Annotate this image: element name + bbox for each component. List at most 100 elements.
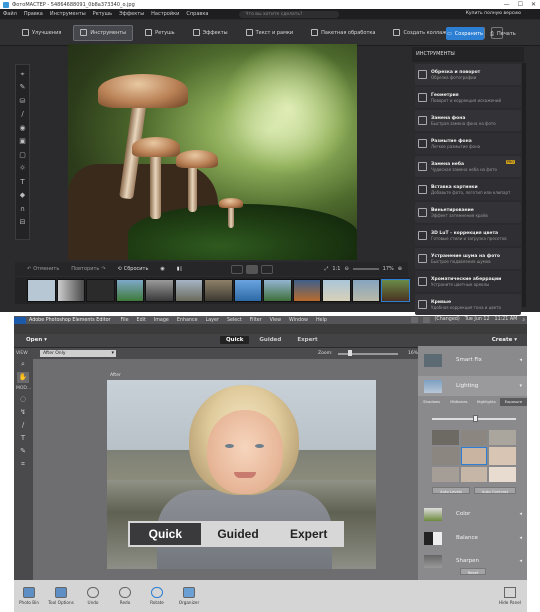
rotate-button[interactable]: Rotate [142, 587, 172, 605]
preview-thumb[interactable] [432, 466, 459, 482]
preview-thumb[interactable] [432, 430, 459, 446]
buy-full-version-link[interactable]: Купить полную версию [466, 11, 521, 16]
tab-expert[interactable]: Expert [291, 336, 323, 344]
tab-retouch[interactable]: Ретушь [139, 25, 181, 41]
tool-text-icon[interactable]: T [18, 178, 27, 187]
tab-text-frames[interactable]: Текст и рамки [240, 25, 300, 41]
compare-toggle-icon[interactable]: ▮▯ [177, 266, 183, 272]
subtab-highlights[interactable]: Highlights [473, 398, 500, 406]
subtab-midtones[interactable]: Midtones [445, 398, 472, 406]
undo-button[interactable]: ↶ Отменить [27, 266, 59, 272]
filmstrip-thumb[interactable] [292, 279, 322, 302]
tool-curves[interactable]: Кривые Удобная коррекция тона и цвета [415, 294, 521, 315]
menu-help[interactable]: Справка [186, 11, 208, 17]
menu-effects[interactable]: Эффекты [119, 11, 144, 17]
tab-batch[interactable]: Пакетная обработка [305, 25, 381, 41]
reset-button[interactable]: Reset [460, 568, 486, 575]
red-eye-icon[interactable]: ↯ [17, 407, 29, 418]
filmstrip-thumb[interactable] [233, 279, 263, 302]
tab-enhance[interactable]: Улучшения [16, 25, 67, 41]
next-photo-button[interactable] [261, 264, 273, 274]
filmstrip-thumb[interactable] [204, 279, 233, 302]
filmstrip-thumb[interactable] [27, 279, 56, 302]
filmstrip-thumb[interactable] [174, 279, 204, 302]
zoom-slider-track[interactable] [338, 353, 398, 355]
tool-geometry[interactable]: Геометрия Поворот и коррекция искажений [415, 87, 521, 108]
tab-tools[interactable]: Инструменты [73, 24, 134, 41]
auto-levels-button[interactable]: Auto Levels [432, 487, 470, 494]
tool-insert-picture[interactable]: Вставка картинки Добавьте фото, логотип и… [415, 179, 521, 200]
tab-effects[interactable]: Эффекты [187, 25, 234, 41]
preview-thumb[interactable] [489, 430, 516, 446]
smart-fix-section[interactable]: Smart Fix ◂ [418, 350, 527, 370]
tab-quick[interactable]: Quick [220, 336, 250, 344]
filmstrip-thumb[interactable] [145, 279, 174, 302]
tool-gradient-icon[interactable]: ▣ [18, 137, 27, 146]
tool-vignette[interactable]: Виньетирование Эффект затемнения краёв [415, 202, 521, 223]
subtab-exposure[interactable]: Exposure [499, 398, 527, 406]
tool-replace-background[interactable]: Замена фона Быстрая замена фона на фото [415, 110, 521, 131]
tool-denoise[interactable]: Устранение шума на фото Быстрое подавлени… [415, 248, 521, 269]
reset-button[interactable]: ⟲ Сбросить [118, 266, 149, 272]
menu-file[interactable]: File [121, 318, 129, 323]
menu-view[interactable]: View [270, 318, 281, 323]
color-section[interactable]: Color ◂ [418, 504, 527, 524]
preview-thumb[interactable] [460, 466, 488, 482]
preview-thumb[interactable] [489, 447, 516, 465]
menu-window[interactable]: Window [289, 318, 308, 323]
zoom-in-icon[interactable]: ⊕ [398, 266, 402, 272]
mushroom-photo[interactable] [68, 44, 357, 260]
save-button[interactable]: ▭ Сохранить [446, 27, 484, 40]
filmstrip-thumb[interactable] [86, 279, 115, 302]
tool-brush-icon[interactable]: / [18, 110, 27, 119]
maximize-button[interactable]: ☐ [518, 1, 523, 8]
balance-section[interactable]: Balance ◂ [418, 528, 527, 548]
filmstrip-thumb[interactable] [115, 279, 145, 302]
whiten-teeth-icon[interactable]: / [17, 420, 29, 431]
auto-contrast-button[interactable]: Auto Contrast [474, 487, 516, 494]
open-button[interactable]: Open ▾ [26, 337, 47, 343]
zoom-slider-handle[interactable] [348, 350, 352, 356]
tool-blur-background[interactable]: Размытие фона Легкое размытие фона [415, 133, 521, 154]
zoom-slider[interactable] [352, 268, 379, 270]
quick-selection-icon[interactable]: ◌ [17, 394, 29, 405]
menu-tools[interactable]: Инструменты [50, 11, 86, 17]
hide-panel-button[interactable]: Hide Panel [499, 587, 521, 605]
crop-tool-icon[interactable]: ⌗ [17, 459, 29, 470]
preview-thumb[interactable] [460, 430, 488, 446]
print-button[interactable]: ⎙ Печать [490, 27, 516, 40]
spotlight-icon[interactable]: ⌕ [522, 317, 525, 323]
menu-help[interactable]: Help [316, 318, 327, 323]
tools-panel-scrollbar[interactable] [522, 63, 526, 307]
tool-crop-rotate[interactable]: Обрезка и поворот Обрезка фотографии [415, 64, 521, 85]
menu-select[interactable]: Select [227, 318, 242, 323]
spot-healing-icon[interactable]: ✎ [17, 446, 29, 457]
callout-tab-guided[interactable]: Guided [203, 521, 274, 547]
preview-thumb[interactable] [432, 447, 459, 465]
photo-list-button[interactable] [246, 264, 258, 274]
preview-thumb[interactable] [489, 466, 516, 482]
tool-stamp-icon[interactable]: ⛁ [18, 97, 27, 106]
actual-size-button[interactable]: 1:1 [332, 266, 340, 272]
filmstrip-thumb[interactable] [263, 279, 292, 302]
filmstrip-thumb[interactable] [351, 279, 381, 302]
prev-photo-button[interactable] [231, 264, 243, 274]
menu-image[interactable]: Image [154, 318, 169, 323]
tool-magnet-icon[interactable]: ∩ [18, 205, 27, 214]
type-tool-icon[interactable]: T [17, 433, 29, 444]
close-button[interactable]: ✕ [531, 1, 536, 8]
tool-light-icon[interactable]: ☼ [18, 164, 27, 173]
redo-button[interactable]: Повторить ↷ [71, 266, 105, 272]
filmstrip-thumb[interactable] [322, 279, 351, 302]
tab-guided[interactable]: Guided [253, 336, 287, 344]
filmstrip-thumb-selected[interactable] [381, 279, 410, 302]
menu-file[interactable]: Файл [3, 11, 17, 17]
view-mode-select[interactable]: After Only [40, 350, 116, 357]
search-input[interactable]: Что вы хотите сделать? [239, 10, 340, 18]
menu-edit[interactable]: Правка [24, 11, 43, 17]
menu-settings[interactable]: Настройки [151, 11, 179, 17]
menu-layer[interactable]: Layer [206, 318, 219, 323]
subtab-shadows[interactable]: Shadows [418, 398, 445, 406]
create-button[interactable]: Create ▾ [492, 337, 517, 343]
redo-button[interactable]: Redo [110, 587, 140, 605]
